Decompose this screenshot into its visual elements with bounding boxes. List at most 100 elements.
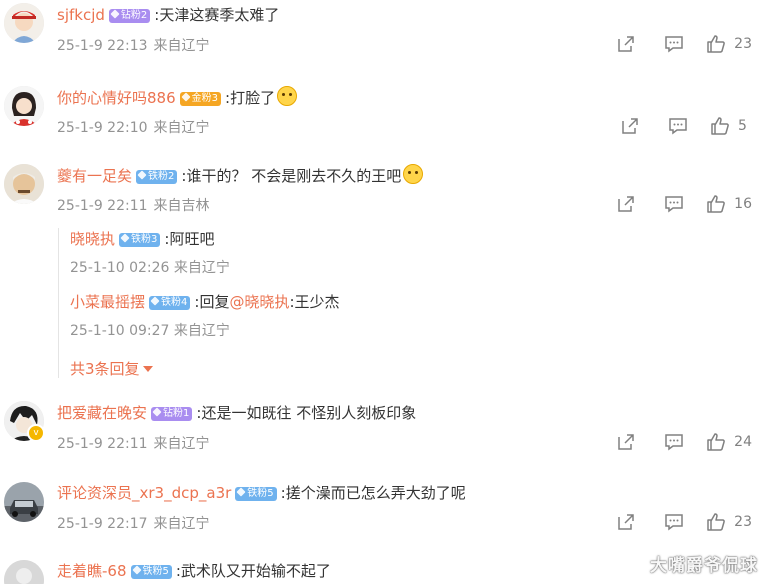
reply-header: 晓晓执 铁粉3:阿旺吧 bbox=[70, 228, 230, 250]
reply-button[interactable] bbox=[664, 194, 684, 214]
fan-badge[interactable]: 钻粉1 bbox=[151, 407, 193, 421]
reply-text: :王少杰 bbox=[289, 293, 340, 311]
comment-text: :搓个澡而已怎么弄大劲了呢 bbox=[280, 484, 466, 502]
like-button[interactable]: 24 bbox=[706, 432, 752, 452]
reply-button[interactable] bbox=[668, 116, 688, 136]
comment-item: sjfkcjd 钻粉2:天津这赛季太难了 25-1-9 22:13 来自辽宁 23 bbox=[0, 0, 768, 78]
mention-link[interactable]: @晓晓执 bbox=[229, 293, 289, 311]
username-link[interactable]: 你的心情好吗886 bbox=[57, 89, 176, 107]
comment-header: 夔有一足矣 铁粉2:谁干的？ 不会是刚去不久的王吧 bbox=[57, 164, 424, 187]
timestamp: 25-1-10 02:26 bbox=[70, 260, 170, 276]
share-button[interactable] bbox=[616, 34, 636, 54]
emoji-icon bbox=[403, 164, 424, 184]
reply-meta: 25-1-10 02:26 来自辽宁 bbox=[70, 257, 230, 277]
timestamp: 25-1-10 09:27 bbox=[70, 323, 170, 339]
comment-actions: 5 bbox=[620, 116, 752, 136]
like-button[interactable]: 23 bbox=[706, 34, 752, 54]
share-icon bbox=[618, 36, 634, 52]
avatar[interactable] bbox=[4, 482, 44, 522]
comment-text: :还是一如既往 不怪别人刻板印象 bbox=[196, 404, 417, 422]
avatar[interactable] bbox=[4, 560, 44, 584]
watermark: 大嘴爵爷侃球 bbox=[650, 556, 758, 576]
gem-icon bbox=[131, 565, 142, 575]
thumbs-up-icon bbox=[707, 195, 726, 213]
like-button[interactable]: 23 bbox=[706, 512, 752, 532]
gem-icon bbox=[150, 296, 160, 306]
caret-down-icon bbox=[142, 366, 153, 372]
username-link[interactable]: 夔有一足矣 bbox=[57, 167, 132, 185]
comment-text: :打脸了 bbox=[225, 89, 276, 107]
more-replies-link[interactable]: 共3条回复 bbox=[70, 358, 153, 379]
comment-meta: 25-1-9 22:13 来自辽宁 bbox=[57, 35, 210, 55]
fan-badge[interactable]: 铁粉5 bbox=[235, 487, 277, 501]
username-link[interactable]: 评论资深员_xr3_dcp_a3r bbox=[57, 484, 231, 502]
like-count: 5 bbox=[738, 118, 747, 134]
timestamp: 25-1-9 22:13 bbox=[57, 38, 148, 54]
gem-icon bbox=[137, 170, 147, 180]
reply-item: 小菜最摇摆 铁粉4:回复@晓晓执:王少杰 25-1-10 09:27 来自辽宁 bbox=[70, 291, 340, 340]
comment-actions: 23 bbox=[616, 512, 752, 532]
share-icon bbox=[618, 196, 634, 212]
avatar[interactable] bbox=[4, 164, 44, 204]
comment-actions: 24 bbox=[616, 432, 752, 452]
share-icon bbox=[622, 118, 638, 134]
comment-text: :武术队又开始输不起了 bbox=[175, 562, 331, 580]
comment-meta: 25-1-9 22:10 来自辽宁 bbox=[57, 117, 210, 137]
reply-button[interactable] bbox=[664, 34, 684, 54]
comment-text: :谁干的？ 不会是刚去不久的王吧 bbox=[181, 167, 402, 185]
reply-button[interactable] bbox=[664, 432, 684, 452]
fan-badge[interactable]: 钻粉2 bbox=[108, 9, 151, 23]
reply-prefix: :回复 bbox=[194, 293, 230, 311]
comment-icon bbox=[665, 514, 683, 531]
timestamp: 25-1-9 22:11 bbox=[57, 198, 148, 214]
location: 来自辽宁 bbox=[153, 516, 210, 532]
avatar[interactable] bbox=[4, 3, 44, 43]
comment-text: :天津这赛季太难了 bbox=[154, 6, 280, 24]
avatar[interactable] bbox=[4, 86, 44, 126]
share-button[interactable] bbox=[616, 194, 636, 214]
comment-icon bbox=[665, 434, 683, 451]
thumbs-up-icon bbox=[707, 513, 726, 531]
comment-actions: 16 bbox=[616, 194, 752, 214]
location: 来自吉林 bbox=[153, 198, 210, 214]
reply-button[interactable] bbox=[664, 512, 684, 532]
username-link[interactable]: 晓晓执 bbox=[70, 230, 115, 248]
verified-icon: v bbox=[27, 424, 45, 442]
like-count: 24 bbox=[734, 434, 752, 450]
fan-badge[interactable]: 金粉3 bbox=[179, 92, 222, 106]
like-button[interactable]: 5 bbox=[710, 116, 752, 136]
username-link[interactable]: sjfkcjd bbox=[57, 6, 105, 24]
comment-icon bbox=[665, 196, 683, 213]
gem-icon bbox=[181, 92, 191, 102]
comment-icon bbox=[669, 118, 687, 135]
location: 来自辽宁 bbox=[153, 436, 210, 452]
share-button[interactable] bbox=[620, 116, 640, 136]
like-button[interactable]: 16 bbox=[706, 194, 752, 214]
comment-meta: 25-1-9 22:11 来自辽宁 bbox=[57, 433, 210, 453]
share-button[interactable] bbox=[616, 432, 636, 452]
fan-badge[interactable]: 铁粉2 bbox=[136, 170, 178, 184]
fan-badge[interactable]: 铁粉5 bbox=[130, 565, 172, 579]
comment-meta: 25-1-9 22:11 来自吉林 bbox=[57, 195, 210, 215]
comment-actions: 23 bbox=[616, 34, 752, 54]
location: 来自辽宁 bbox=[153, 120, 210, 136]
like-count: 16 bbox=[734, 196, 752, 212]
comment-meta: 25-1-9 22:17 来自辽宁 bbox=[57, 513, 210, 533]
comment-header: sjfkcjd 钻粉2:天津这赛季太难了 bbox=[57, 4, 279, 26]
emoji-icon bbox=[277, 86, 298, 106]
reply-header: 小菜最摇摆 铁粉4:回复@晓晓执:王少杰 bbox=[70, 291, 340, 313]
username-link[interactable]: 小菜最摇摆 bbox=[70, 293, 145, 311]
fan-badge[interactable]: 铁粉3 bbox=[119, 233, 161, 247]
timestamp: 25-1-9 22:17 bbox=[57, 516, 148, 532]
avatar[interactable]: v bbox=[4, 401, 45, 442]
fan-badge[interactable]: 铁粉4 bbox=[149, 296, 191, 310]
username-link[interactable]: 走着瞧-68 bbox=[57, 562, 127, 580]
reply-text: :阿旺吧 bbox=[164, 230, 215, 248]
username-link[interactable]: 把爱藏在晚安 bbox=[57, 404, 147, 422]
gem-icon bbox=[120, 233, 130, 243]
comment-header: 你的心情好吗886 金粉3:打脸了 bbox=[57, 86, 298, 109]
share-button[interactable] bbox=[616, 512, 636, 532]
thumbs-up-icon bbox=[711, 117, 729, 135]
like-count: 23 bbox=[734, 514, 752, 530]
thumbs-up-icon bbox=[707, 433, 726, 451]
